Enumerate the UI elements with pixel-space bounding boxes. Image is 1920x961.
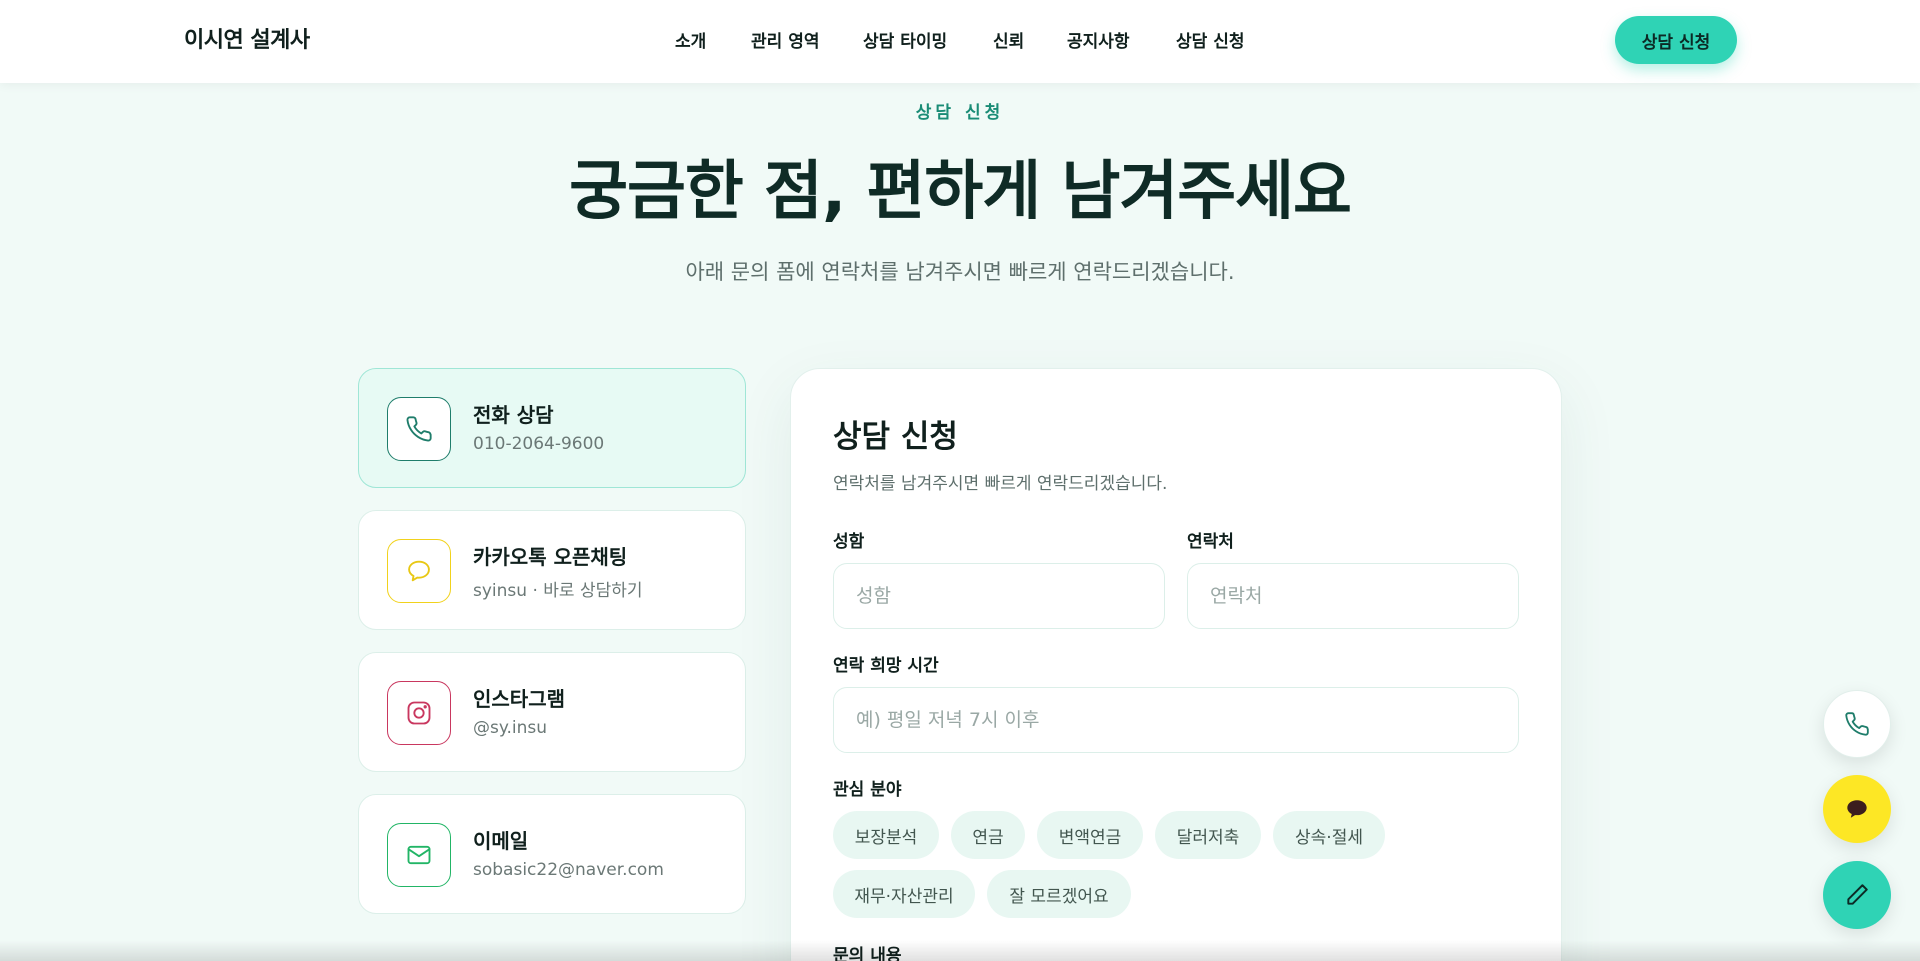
- phone-icon: [387, 397, 451, 461]
- phone-input[interactable]: [1187, 563, 1519, 629]
- instagram-icon: [387, 681, 451, 745]
- form-title: 상담 신청: [833, 419, 958, 455]
- chat-bubble-icon: [1847, 800, 1867, 818]
- contact-card-instagram[interactable]: 인스타그램 @sy.insu: [358, 652, 746, 772]
- message-label: 문의 내용: [833, 946, 902, 961]
- contact-card-value: 010-2064-9600: [473, 434, 605, 454]
- pencil-icon: [1847, 884, 1868, 905]
- contact-card-value: syinsu · 바로 상담하기: [473, 581, 643, 601]
- section-eyebrow: 상담 신청: [915, 103, 1005, 123]
- contact-time-input[interactable]: [833, 687, 1519, 753]
- contact-card-value: sobasic22@naver.com: [473, 860, 664, 880]
- contact-card-title: 인스타그램: [473, 687, 565, 711]
- interest-label: 관심 분야: [833, 780, 902, 800]
- phone-icon: [1845, 712, 1869, 736]
- consult-cta-button[interactable]: 상담 신청: [1615, 16, 1737, 64]
- site-header: 이시연 설계사 소개 관리 영역 상담 타이밍 신뢰 공지사항 상담 신청 상담…: [0, 0, 1920, 83]
- interest-chip[interactable]: 상속·절세: [1273, 811, 1385, 859]
- interest-chip[interactable]: 변액연금: [1037, 811, 1143, 859]
- nav-item-timing[interactable]: 상담 타이밍: [863, 27, 947, 52]
- nav-item-management[interactable]: 관리 영역: [751, 27, 819, 52]
- floating-phone-button[interactable]: [1823, 690, 1891, 758]
- page-subtitle: 아래 문의 폼에 연락처를 남겨주시면 빠르게 연락드리겠습니다.: [685, 260, 1235, 284]
- contact-time-label: 연락 희망 시간: [833, 656, 939, 676]
- mail-icon: [387, 823, 451, 887]
- contact-card-value: @sy.insu: [473, 718, 548, 738]
- nav-item-intro[interactable]: 소개: [675, 27, 706, 52]
- interest-chip[interactable]: 보장분석: [833, 811, 939, 859]
- nav-item-consult[interactable]: 상담 신청: [1176, 27, 1244, 52]
- interest-chip[interactable]: 연금: [951, 811, 1025, 859]
- name-label: 성함: [833, 532, 865, 552]
- nav-item-notice[interactable]: 공지사항: [1067, 27, 1130, 52]
- contact-card-title: 전화 상담: [473, 403, 554, 427]
- nav-item-trust[interactable]: 신뢰: [993, 27, 1024, 52]
- chat-bubble-icon: [387, 539, 451, 603]
- name-input[interactable]: [833, 563, 1165, 629]
- contact-card-kakao[interactable]: 카카오톡 오픈채팅 syinsu · 바로 상담하기: [358, 510, 746, 630]
- contact-card-email[interactable]: 이메일 sobasic22@naver.com: [358, 794, 746, 914]
- floating-kakao-button[interactable]: [1823, 775, 1891, 843]
- interest-chip[interactable]: 달러저축: [1155, 811, 1261, 859]
- contact-card-title: 카카오톡 오픈채팅: [473, 545, 628, 569]
- contact-card-title: 이메일: [473, 829, 529, 853]
- consult-form-panel: 상담 신청 연락처를 남겨주시면 빠르게 연락드리겠습니다. 성함 연락처 연락…: [790, 368, 1562, 961]
- phone-label: 연락처: [1187, 532, 1234, 552]
- contact-card-phone[interactable]: 전화 상담 010-2064-9600: [358, 368, 746, 488]
- floating-write-button[interactable]: [1823, 861, 1891, 929]
- form-subtitle: 연락처를 남겨주시면 빠르게 연락드리겠습니다.: [833, 474, 1168, 494]
- page-title: 궁금한 점, 편하게 남겨주세요: [569, 155, 1352, 229]
- interest-chip[interactable]: 재무·자산관리: [833, 870, 975, 918]
- interest-chip[interactable]: 잘 모르겠어요: [987, 870, 1131, 918]
